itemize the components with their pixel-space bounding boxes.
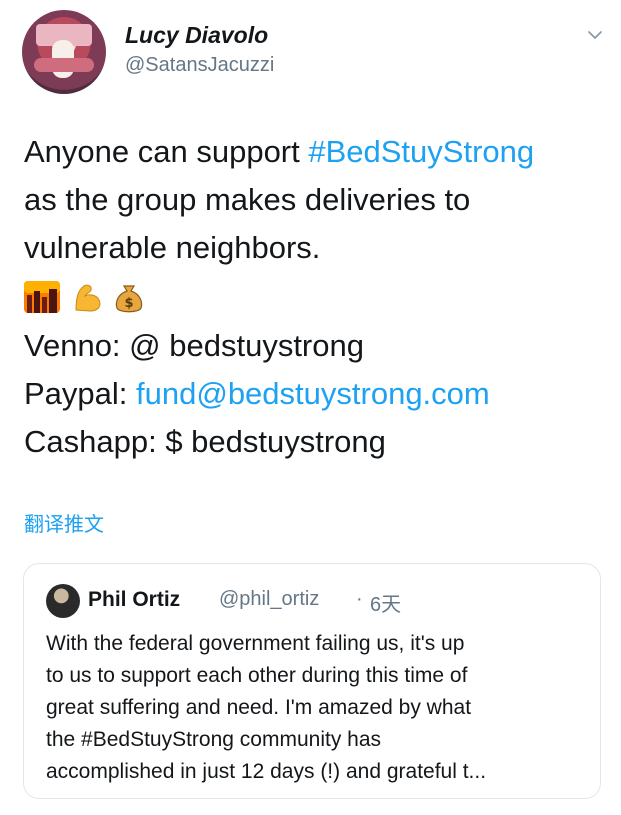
tweet-text: Anyone can support #BedStuyStrong as the… (24, 128, 599, 466)
avatar-art-bottom (34, 58, 94, 72)
quoted-text-line: With the federal government failing us, … (46, 632, 465, 655)
venmo-line: Venno: @ bedstuystrong (24, 328, 364, 363)
quoted-handle: @phil_ortiz (219, 588, 320, 610)
translate-tweet-link[interactable]: 翻译推文 (24, 508, 104, 537)
emoji-row: $ (24, 272, 599, 322)
tweet-line-1: Anyone can support #BedStuyStrong (24, 128, 599, 176)
quoted-tweet-card[interactable]: Phil Ortiz @phil_ortiz · 6天 With the fed… (23, 563, 601, 799)
quoted-display-name: Phil Ortiz (88, 588, 181, 611)
quoted-tweet-text: With the federal government failing us, … (46, 628, 586, 788)
quoted-text-line: great suffering and need. I'm amazed by … (46, 696, 472, 719)
chevron-down-icon[interactable] (586, 26, 604, 44)
quoted-text-line: the #BedStuyStrong community has (46, 728, 382, 751)
quoted-text-line: to us to support each other during this … (46, 664, 468, 687)
quoted-avatar[interactable] (46, 584, 80, 618)
paypal-label: Paypal: (24, 376, 137, 411)
tweet-line-2: as the group makes deliveries to (24, 182, 471, 217)
cashapp-line: Cashapp: $ bedstuystrong (24, 424, 386, 459)
quoted-timestamp: 6天 (370, 594, 402, 616)
city-sunset-icon (24, 281, 60, 313)
separator-dot: · (356, 588, 363, 610)
paypal-email-link[interactable]: fund@bedstuystrong.com (136, 376, 490, 411)
tweet-text-segment: Anyone can support (24, 134, 309, 169)
svg-text:$: $ (124, 296, 133, 311)
user-handle[interactable]: @SatansJacuzzi (125, 54, 274, 77)
hashtag-link[interactable]: #BedStuyStrong (308, 134, 534, 169)
quoted-text-line: accomplished in just 12 days (!) and gra… (46, 760, 487, 783)
flexed-biceps-icon (75, 284, 101, 312)
avatar[interactable] (22, 10, 106, 94)
paypal-line: Paypal: fund@bedstuystrong.com (24, 370, 599, 418)
tweet-line-3: vulnerable neighbors. (24, 230, 321, 265)
tweet-header: Lucy Diavolo @SatansJacuzzi (22, 8, 612, 98)
money-bag-icon: $ (115, 285, 143, 313)
display-name[interactable]: Lucy Diavolo (125, 22, 268, 49)
